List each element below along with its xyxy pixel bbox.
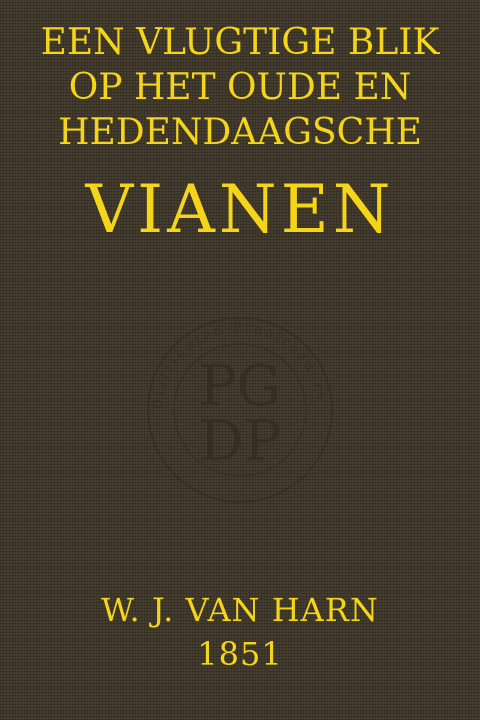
pgdp-seal-icon: Distributed Proofreaders PG DP xyxy=(140,310,340,510)
title-block: EEN VLUGTIGE BLIK OP HET OUDE EN HEDENDA… xyxy=(0,20,480,155)
author-name: W. J. VAN HARN xyxy=(101,591,379,629)
book-cover: EEN VLUGTIGE BLIK OP HET OUDE EN HEDENDA… xyxy=(0,0,480,720)
pgdp-seal-graphic: Distributed Proofreaders PG DP xyxy=(147,317,333,503)
publication-year: 1851 xyxy=(197,635,283,673)
seal-letters-bottom: DP xyxy=(199,409,282,474)
title-line-1: EEN VLUGTIGE BLIK xyxy=(40,22,440,63)
title-line-3: HEDENDAAGSCHE xyxy=(58,112,422,153)
main-title: VIANEN xyxy=(85,171,395,248)
title-line-2: OP HET OUDE EN xyxy=(68,67,412,108)
